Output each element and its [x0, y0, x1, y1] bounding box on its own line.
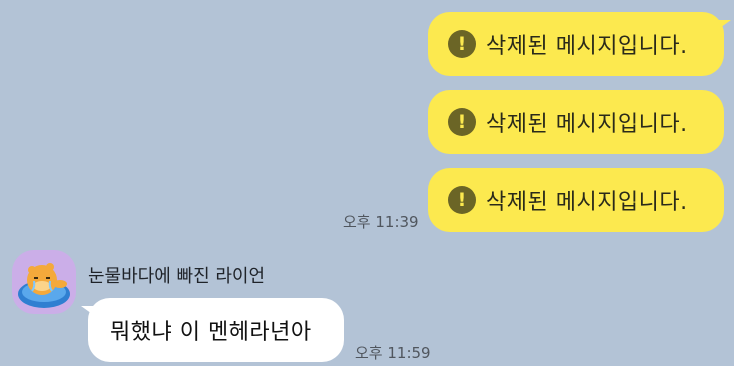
- sent-timestamp: 오후 11:39: [343, 213, 419, 231]
- warning-icon: !: [448, 30, 476, 58]
- ryan-avatar-icon[interactable]: [12, 250, 76, 314]
- sent-message-bubble[interactable]: ! 삭제된 메시지입니다.: [428, 12, 731, 76]
- received-message-text: 뭐했냐 이 멘헤라년아: [110, 320, 312, 345]
- avatar-illustration: [18, 263, 70, 308]
- sender-name: 눈물바다에 빠진 라이언: [88, 266, 266, 287]
- deleted-message-text: 삭제된 메시지입니다.: [486, 190, 688, 215]
- warning-icon: !: [448, 186, 476, 214]
- sent-message-bubble[interactable]: ! 삭제된 메시지입니다.: [428, 168, 724, 232]
- warning-icon: !: [448, 108, 476, 136]
- deleted-message-text: 삭제된 메시지입니다.: [486, 34, 688, 59]
- deleted-message-text: 삭제된 메시지입니다.: [486, 112, 688, 137]
- sent-message-bubble[interactable]: ! 삭제된 메시지입니다.: [428, 90, 724, 154]
- received-message-bubble[interactable]: 뭐했냐 이 멘헤라년아: [81, 298, 344, 362]
- received-timestamp: 오후 11:59: [355, 344, 431, 362]
